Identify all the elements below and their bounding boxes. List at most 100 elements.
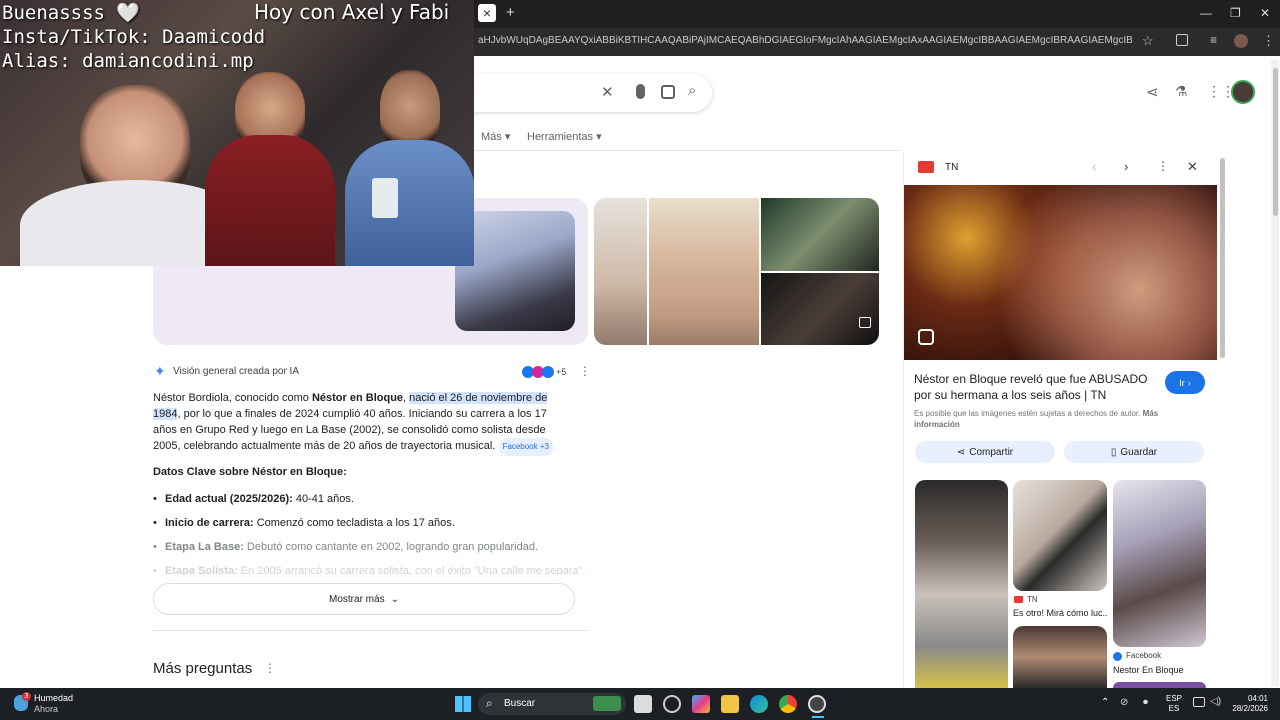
file-explorer-icon[interactable] [721, 695, 739, 713]
obs-app-icon[interactable] [808, 695, 826, 713]
settings-app-icon[interactable] [663, 695, 681, 713]
divider [153, 630, 588, 631]
para-bold: Néstor en Bloque [311, 392, 404, 404]
url-text[interactable]: aHJvbWUqDAgBEAAYQxiABBiKBTIHCAAQABiPAjIM… [478, 35, 1133, 46]
photo-1[interactable] [594, 198, 647, 345]
extensions-icon[interactable] [1176, 34, 1188, 46]
tray-network-off-icon[interactable]: ⊘ [1120, 697, 1128, 708]
close-window-button[interactable]: ✕ [1260, 6, 1270, 20]
bullet-text: En 2005 arrancó su carrera solista, con … [237, 565, 586, 575]
overlay-title: Hoy con Axel y Fabi [254, 0, 450, 24]
clock[interactable]: 04:01 28/2/2026 [1218, 694, 1268, 714]
tab-herramientas[interactable]: Herramientas ▾ [527, 130, 602, 143]
list-item: • Inicio de carrera: Comenzó como tecladi… [153, 517, 455, 529]
share-label: Compartir [969, 446, 1014, 458]
clock-time: 04:01 [1247, 694, 1268, 703]
preview-title[interactable]: Néstor en Bloque reveló que fue ABUSADO … [914, 371, 1158, 403]
bullet-text: 40-41 años. [292, 493, 354, 505]
panel-source-name[interactable]: TN [945, 162, 958, 173]
chrome-browser-icon[interactable] [779, 695, 797, 713]
related-caption-1[interactable]: Es otro! Mirá cómo luc... [1013, 608, 1107, 618]
lens-search-icon[interactable] [661, 85, 675, 99]
tn-logo [918, 161, 934, 173]
language-primary: ESP [1166, 694, 1183, 703]
taskbar-search[interactable]: ⌕ Buscar [478, 693, 626, 715]
go-button-label: Ir [1179, 377, 1185, 388]
ai-more-options-icon[interactable]: ⋮ [579, 364, 591, 378]
go-button[interactable]: Ir › [1165, 371, 1205, 394]
account-avatar[interactable] [1231, 80, 1255, 104]
tray-chevron-icon[interactable]: ⌃ [1101, 697, 1109, 708]
more-questions-options-icon[interactable]: ⋮ [264, 661, 276, 675]
voice-search-icon[interactable] [636, 84, 645, 99]
save-button[interactable]: ▯ Guardar [1064, 441, 1204, 463]
previous-arrow-icon[interactable]: ‹ [1092, 159, 1096, 174]
share-button[interactable]: ⋖ Compartir [915, 441, 1055, 463]
bookmark-star-icon[interactable]: ☆ [1142, 33, 1154, 49]
ai-overview-header: Visión general creada por IA [173, 366, 300, 377]
photo-4[interactable] [761, 273, 879, 345]
labs-icon[interactable]: ⚗ [1175, 83, 1188, 100]
blue-shirt [345, 140, 474, 266]
tray-display-icon[interactable] [1193, 697, 1205, 707]
task-view-icon[interactable] [634, 695, 652, 713]
close-panel-icon[interactable]: ✕ [1187, 159, 1198, 175]
edge-browser-icon[interactable] [750, 695, 768, 713]
share-icon[interactable]: ⋖ [1146, 83, 1159, 101]
clear-search-icon[interactable]: ✕ [601, 83, 614, 101]
photo-2[interactable] [649, 198, 759, 345]
reading-list-icon[interactable]: ≡ [1210, 33, 1217, 47]
browser-menu-icon[interactable]: ⋮ [1262, 33, 1275, 49]
related-image-4[interactable] [1113, 480, 1206, 647]
copilot-app-icon[interactable] [692, 695, 710, 713]
language-indicator[interactable]: ESP ES [1166, 694, 1182, 714]
photo-3[interactable] [761, 198, 879, 271]
related-caption-2[interactable]: Nestor En Bloque [1113, 665, 1184, 675]
image-view-icon[interactable] [859, 317, 871, 328]
search-submit-icon[interactable]: ⌕ [688, 82, 696, 99]
ai-sparkle-icon: ✦ [154, 363, 166, 379]
copyright-disclaimer: Es posible que las imágenes estén sujeta… [914, 408, 1164, 430]
para-text-3: , por lo que a finales de 2024 cumplió 4… [153, 408, 547, 452]
source-chip[interactable]: Facebook +3 [498, 438, 553, 456]
new-tab-button[interactable]: + [506, 4, 515, 21]
save-label: Guardar [1120, 446, 1158, 458]
show-more-button[interactable]: Mostrar más ⌄ [153, 583, 575, 615]
tab-mas[interactable]: Más ▾ [481, 130, 510, 143]
next-arrow-icon[interactable]: › [1124, 159, 1128, 174]
facebook-icon [1113, 652, 1122, 661]
related-source-1: TN [1027, 595, 1038, 604]
related-image-3[interactable] [1013, 626, 1107, 688]
maximize-button[interactable]: ❐ [1230, 6, 1241, 20]
overlay-social: Insta/TikTok: Daamicodd [2, 26, 266, 48]
panel-options-icon[interactable]: ⋮ [1157, 159, 1169, 173]
chevron-down-icon: ⌄ [390, 593, 399, 605]
tab-mas-label: Más [481, 131, 502, 143]
sources-count[interactable]: +5 [556, 367, 566, 377]
related-image-1[interactable] [915, 480, 1008, 688]
tray-microphone-icon[interactable]: ⏺ [1143, 697, 1148, 708]
para-text-1: Néstor Bordiola, conocido como [153, 392, 312, 404]
weather-widget[interactable]: 3 Humedad Ahora [12, 692, 82, 716]
list-item: • Etapa La Base: Debutó como cantante en … [153, 541, 539, 553]
key-facts-title: Datos Clave sobre Néstor en Bloque: [153, 466, 347, 478]
bullet-text: Comenzó como tecladista a los 17 años. [253, 517, 455, 529]
overlay-alias: Alias: damiancodini.mp [2, 50, 254, 72]
bullet-label: Etapa La Base: [165, 541, 244, 553]
language-secondary: ES [1168, 704, 1180, 713]
tn-logo [1014, 596, 1023, 603]
cup [372, 178, 398, 218]
page-scroll-thumb[interactable] [1273, 68, 1278, 216]
related-image-2[interactable] [1013, 480, 1107, 591]
preview-image[interactable] [904, 185, 1217, 360]
panel-scrollbar[interactable] [1220, 158, 1225, 358]
red-shirt [205, 135, 335, 266]
disclaimer-text: Es posible que las imágenes estén sujeta… [914, 409, 1141, 418]
close-tab-button[interactable]: × [478, 4, 496, 22]
taskbar-search-label: Buscar [504, 698, 536, 709]
profile-avatar[interactable] [1234, 34, 1248, 48]
lens-icon[interactable] [918, 329, 934, 345]
source-facebook-icon-2[interactable] [542, 366, 554, 378]
minimize-button[interactable]: — [1200, 6, 1212, 20]
start-windows-icon[interactable] [455, 696, 471, 712]
